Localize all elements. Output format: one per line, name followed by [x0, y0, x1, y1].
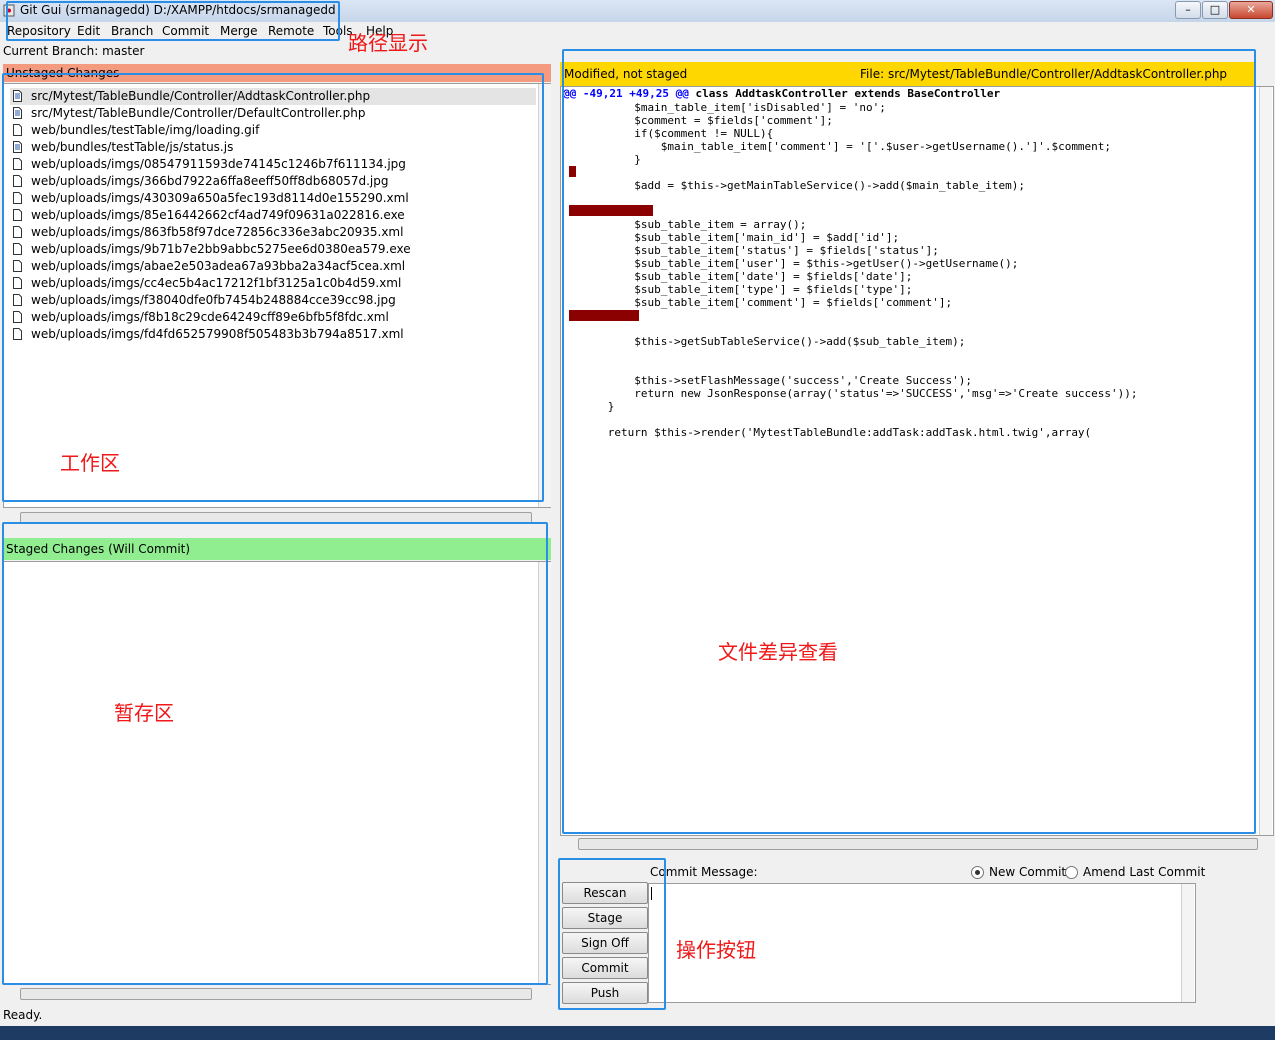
annotation-box-diff [562, 49, 1256, 834]
annotation-box-path [6, 1, 340, 41]
new-commit-radio[interactable] [971, 866, 984, 879]
annotation-box-staging [2, 522, 548, 985]
annotation-box-actions [558, 858, 666, 1010]
status-bar: Ready. [3, 1008, 43, 1022]
current-branch: Current Branch: master [3, 44, 145, 58]
annotation-box-workspace [2, 73, 544, 502]
staged-hscroll[interactable] [20, 988, 532, 1000]
new-commit-label: New Commit [989, 865, 1067, 879]
annotation-staging: 暂存区 [114, 701, 174, 725]
taskbar [0, 1026, 1275, 1040]
maximize-icon[interactable]: □ [1202, 1, 1228, 19]
amend-commit-radio[interactable] [1065, 866, 1078, 879]
diff-hscroll[interactable] [578, 838, 1258, 850]
diff-vscroll[interactable] [1259, 87, 1272, 835]
close-icon[interactable]: ✕ [1229, 1, 1273, 19]
annotation-actions: 操作按钮 [676, 938, 756, 962]
annotation-workspace: 工作区 [60, 451, 120, 475]
annotation-diffview: 文件差异查看 [718, 640, 838, 664]
annotation-path: 路径显示 [348, 31, 428, 55]
commit-message-label: Commit Message: [650, 865, 758, 879]
minimize-icon[interactable]: – [1175, 1, 1201, 19]
commit-vscroll[interactable] [1181, 884, 1194, 1002]
amend-commit-label: Amend Last Commit [1083, 865, 1206, 879]
